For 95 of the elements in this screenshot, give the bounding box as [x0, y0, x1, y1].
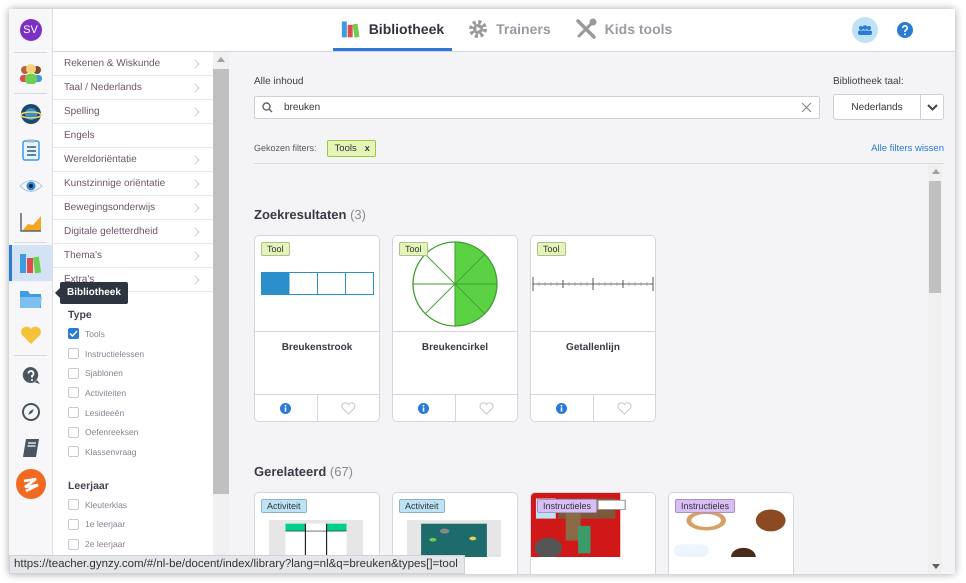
filter-heading: Type	[68, 309, 93, 321]
chevron-icon	[194, 106, 200, 116]
checkbox[interactable]	[68, 426, 79, 438]
field-label: Alle inhoud	[254, 76, 304, 89]
search-field[interactable]: breuken	[254, 96, 820, 119]
filters-label: Gekozen filters:	[254, 143, 317, 153]
type-tag: Tool	[399, 242, 428, 256]
users-icon	[858, 25, 872, 35]
heart-icon[interactable]	[340, 402, 356, 414]
checkbox-label[interactable]: Tools	[85, 328, 105, 339]
section-heading: Gerelateerd (67)	[254, 464, 354, 479]
eye-icon	[18, 179, 42, 193]
avatar[interactable]: SV	[20, 18, 42, 40]
type-tag: Instructieles	[537, 499, 598, 513]
chevron-icon	[194, 226, 200, 236]
users-icon	[18, 62, 42, 84]
chevron-icon	[194, 178, 200, 188]
checkbox[interactable]	[68, 387, 79, 398]
logo-icon	[16, 469, 46, 499]
tooltip: Bibliotheek	[60, 282, 128, 304]
link-preview-tooltip: https://teacher.gynzy.com/#/nl-be/docent/index/library?lang=nl&q=breuken&types[]=tool	[9, 555, 465, 574]
books-icon	[18, 252, 42, 274]
checkbox-label[interactable]: Kleuterklas	[85, 500, 128, 510]
compass-icon	[20, 402, 40, 422]
checkbox-label[interactable]: Klassenvraag	[85, 446, 137, 457]
clear-filters-link[interactable]: Alle filters wissen	[871, 142, 944, 154]
chevron-icon	[194, 274, 200, 284]
chevron-down-icon	[926, 104, 938, 110]
nav-tab[interactable]: Bibliotheek	[332, 9, 452, 51]
checkbox-label[interactable]: Oefenreeksen	[85, 427, 138, 438]
help-icon[interactable]	[897, 22, 913, 38]
folder-icon	[18, 289, 42, 309]
books-icon	[340, 18, 361, 38]
type-tag: Instructieles	[675, 499, 736, 513]
checkbox-label[interactable]: Lesideeën	[85, 408, 124, 418]
field-label: Bibliotheek taal:	[833, 76, 905, 89]
scroll-down-icon[interactable]	[932, 564, 940, 569]
checkbox[interactable]	[68, 368, 79, 379]
filter-chip[interactable]: Tools x	[326, 140, 376, 156]
help-icon	[20, 366, 40, 386]
heart-icon[interactable]	[478, 402, 494, 414]
clipboard-icon	[22, 139, 40, 161]
section-heading: Zoekresultaten (3)	[254, 207, 367, 222]
checkbox[interactable]	[68, 328, 79, 340]
tooltip-pointer	[55, 288, 60, 298]
class-button[interactable]	[852, 17, 878, 43]
checkbox-label[interactable]: 2e leerjaar	[85, 539, 126, 550]
tool-card[interactable]: Tool Breukenstrook	[254, 235, 380, 422]
type-tag: Activiteit	[261, 499, 307, 513]
settings-icon	[468, 18, 488, 38]
scroll-thumb[interactable]	[213, 69, 229, 494]
scroll-up-icon[interactable]	[932, 169, 940, 174]
tool-card[interactable]: Tool Getallenlijn	[530, 235, 656, 422]
checkbox[interactable]	[68, 518, 79, 530]
info-icon[interactable]	[280, 402, 292, 414]
content-card[interactable]: Instructieles	[668, 492, 794, 574]
card-title: Getallenlijn	[531, 332, 655, 395]
planet-icon	[20, 103, 42, 125]
content-card[interactable]: Instructieles	[530, 492, 656, 574]
scroll-thumb[interactable]	[929, 181, 941, 293]
card-title: Breukencirkel	[393, 332, 517, 395]
language-dropdown[interactable]: Nederlands	[833, 94, 944, 120]
heart-icon	[20, 325, 42, 345]
type-tag: Activiteit	[399, 499, 445, 513]
info-icon[interactable]	[556, 402, 568, 414]
chevron-icon	[194, 154, 200, 164]
checkbox-label[interactable]: 1e leerjaar	[85, 519, 126, 530]
filter-heading: Leerjaar	[68, 480, 110, 492]
card-title: Breukenstrook	[255, 332, 379, 395]
search-icon	[262, 102, 273, 113]
info-icon[interactable]	[418, 402, 430, 414]
type-tag: Tool	[261, 242, 290, 256]
rail-item-selected[interactable]	[9, 245, 52, 281]
scroll-up-icon[interactable]	[217, 57, 225, 62]
tool-card[interactable]: Tool Breukencirkel	[392, 235, 518, 422]
scrollbar[interactable]	[928, 164, 942, 574]
checkbox[interactable]	[68, 538, 79, 550]
clear-icon[interactable]	[801, 102, 812, 113]
rail-item[interactable]: SV	[9, 9, 52, 50]
tools-icon	[574, 18, 597, 40]
checkbox[interactable]	[68, 446, 79, 458]
chevron-icon	[194, 250, 200, 260]
checkbox-label[interactable]: Activiteiten	[85, 388, 126, 398]
book-icon	[22, 438, 40, 458]
type-tag: Tool	[537, 242, 566, 256]
chevron-icon	[194, 82, 200, 92]
heart-icon[interactable]	[616, 402, 632, 414]
checkbox[interactable]	[68, 499, 79, 510]
checkbox-label[interactable]: Sjablonen	[85, 368, 123, 378]
area-chart-icon	[20, 212, 42, 232]
checkbox-label[interactable]: Instructielessen	[85, 348, 144, 359]
checkbox[interactable]	[68, 407, 79, 418]
chevron-icon	[194, 58, 200, 68]
chevron-icon	[194, 202, 200, 212]
checkbox[interactable]	[68, 348, 79, 360]
